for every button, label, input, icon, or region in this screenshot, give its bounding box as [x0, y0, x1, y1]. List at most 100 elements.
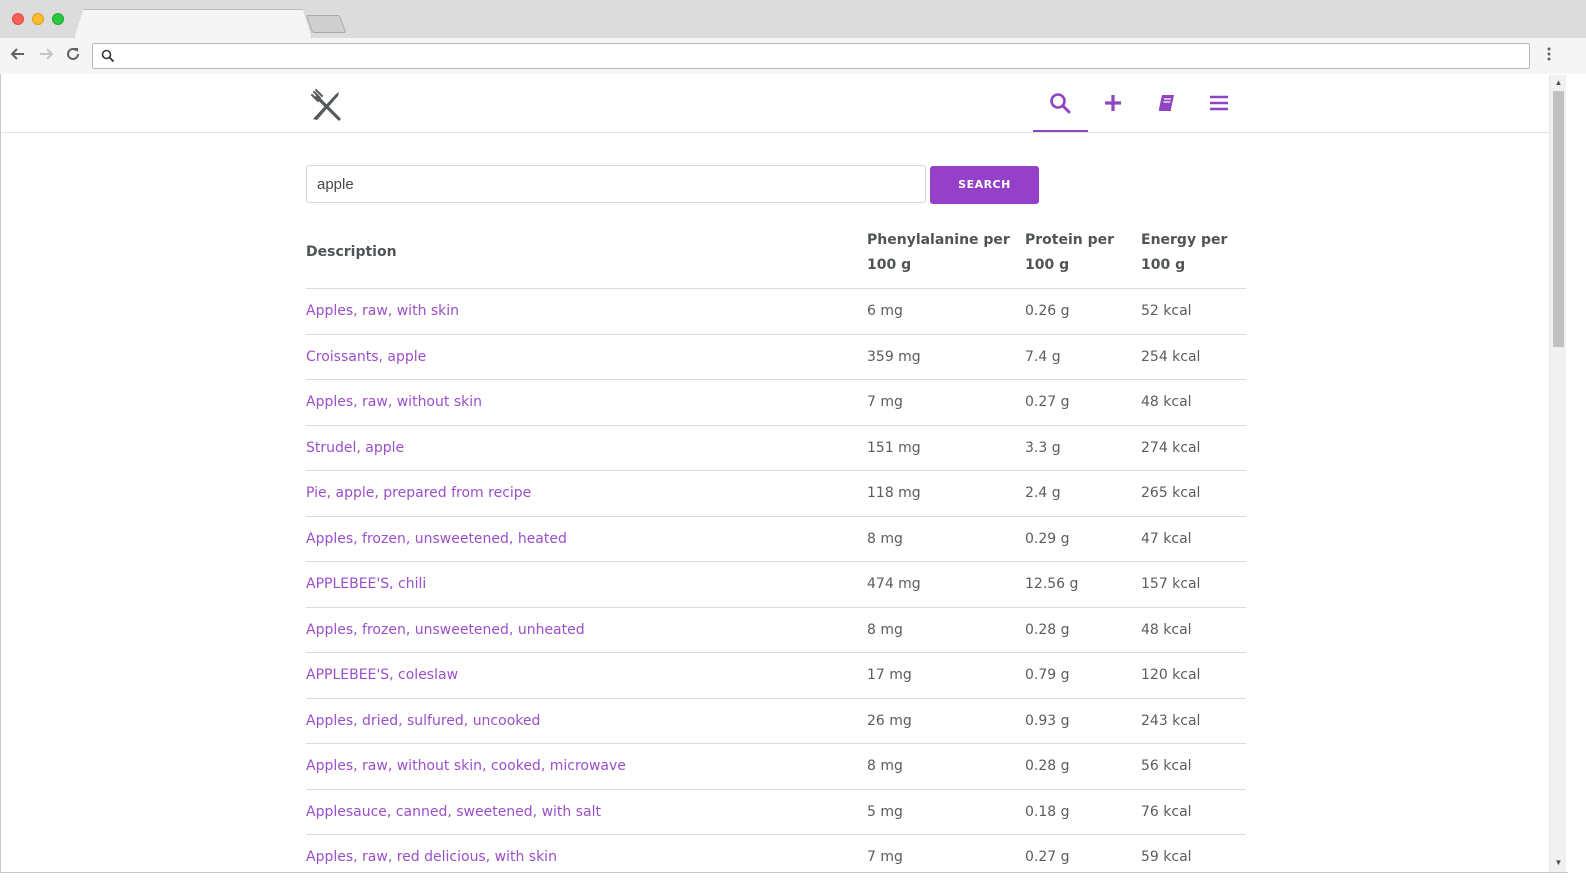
- food-description-link[interactable]: Apples, frozen, unsweetened, unheated: [306, 608, 585, 652]
- back-arrow-icon[interactable]: [8, 45, 28, 65]
- nav-plus-icon[interactable]: [1099, 89, 1127, 117]
- protein-value: 0.28 g: [1025, 621, 1070, 638]
- phenylalanine-value: 17 mg: [867, 667, 912, 683]
- energy-value: 52 kcal: [1141, 303, 1192, 319]
- food-description-link[interactable]: Apples, raw, with skin: [306, 289, 459, 333]
- table-row: Pie, apple, prepared from recipe 118 mg 2.…: [306, 471, 1246, 517]
- table-row: APPLEBEE'S, chili 474 mg 12.56 g 157 kcal: [306, 562, 1246, 608]
- phenylalanine-value: 474 mg: [867, 576, 921, 592]
- table-row: Apples, raw, without skin, cooked, micro…: [306, 744, 1246, 790]
- food-search-input[interactable]: [306, 165, 926, 203]
- tab-strip: [0, 0, 1586, 39]
- protein-value: 2.4 g: [1025, 485, 1061, 501]
- table-row: Strudel, apple 151 mg 3.3 g 274 kcal: [306, 426, 1246, 471]
- energy-value: 76 kcal: [1141, 803, 1192, 820]
- browser-chrome: [0, 0, 1586, 74]
- phenylalanine-value: 5 mg: [867, 803, 903, 820]
- browser-menu-icon[interactable]: [1541, 46, 1557, 66]
- energy-value: 274 kcal: [1141, 439, 1201, 456]
- energy-value: 48 kcal: [1141, 394, 1192, 410]
- minimize-window-button[interactable]: [32, 13, 44, 25]
- scroll-up-arrow-icon[interactable]: ▲: [1553, 78, 1564, 88]
- food-description-link[interactable]: APPLEBEE'S, coleslaw: [306, 653, 458, 697]
- energy-value: 243 kcal: [1141, 712, 1201, 729]
- browser-toolbar: [0, 38, 1586, 74]
- protein-value: 0.27 g: [1025, 849, 1070, 865]
- protein-value: 0.29 g: [1025, 530, 1070, 547]
- page-viewport: SEARCH Description Phenylalanine per 100…: [1, 75, 1549, 872]
- energy-value: 254 kcal: [1141, 348, 1201, 365]
- new-tab-button[interactable]: [305, 15, 347, 33]
- search-icon: [101, 49, 115, 63]
- protein-value: 0.28 g: [1025, 758, 1070, 774]
- active-nav-indicator: [1033, 130, 1088, 132]
- table-header: Description Phenylalanine per 100 g Prot…: [306, 223, 1246, 289]
- nav-search-icon[interactable]: [1046, 89, 1074, 117]
- column-header-energy[interactable]: Energy per 100 g: [1141, 228, 1241, 278]
- protein-value: 7.4 g: [1025, 348, 1061, 365]
- phenylalanine-value: 8 mg: [867, 530, 903, 547]
- table-row: Apples, frozen, unsweetened, unheated 8 m…: [306, 608, 1246, 653]
- food-description-link[interactable]: Apples, frozen, unsweetened, heated: [306, 517, 567, 561]
- phenylalanine-value: 7 mg: [867, 394, 903, 410]
- phenylalanine-value: 8 mg: [867, 621, 903, 638]
- energy-value: 157 kcal: [1141, 576, 1201, 592]
- phenylalanine-value: 7 mg: [867, 849, 903, 865]
- phenylalanine-value: 118 mg: [867, 485, 921, 501]
- table-row: Apples, dried, sulfured, uncooked 26 mg 0.…: [306, 699, 1246, 744]
- food-description-link[interactable]: Apples, raw, red delicious, with skin: [306, 835, 557, 872]
- column-header-phenylalanine[interactable]: Phenylalanine per 100 g: [867, 228, 1012, 278]
- food-description-link[interactable]: Applesauce, canned, sweetened, with salt: [306, 790, 601, 834]
- protein-value: 3.3 g: [1025, 439, 1061, 456]
- food-description-link[interactable]: Apples, dried, sulfured, uncooked: [306, 699, 540, 743]
- column-header-protein[interactable]: Protein per 100 g: [1025, 228, 1125, 278]
- phenylalanine-value: 6 mg: [867, 303, 903, 319]
- energy-value: 59 kcal: [1141, 849, 1192, 865]
- column-header-description[interactable]: Description: [306, 240, 397, 265]
- energy-value: 120 kcal: [1141, 667, 1201, 683]
- table-row: Applesauce, canned, sweetened, with salt…: [306, 790, 1246, 835]
- energy-value: 48 kcal: [1141, 621, 1192, 638]
- energy-value: 56 kcal: [1141, 758, 1192, 774]
- forward-arrow-icon[interactable]: [36, 45, 56, 65]
- protein-value: 0.93 g: [1025, 712, 1070, 729]
- frame-border: [0, 872, 1568, 873]
- reload-icon[interactable]: [63, 45, 83, 65]
- maximize-window-button[interactable]: [52, 13, 64, 25]
- protein-value: 0.18 g: [1025, 803, 1070, 820]
- nav-hamburger-menu-icon[interactable]: [1205, 89, 1233, 117]
- protein-value: 0.79 g: [1025, 667, 1070, 683]
- energy-value: 47 kcal: [1141, 530, 1192, 547]
- food-description-link[interactable]: Apples, raw, without skin: [306, 380, 482, 424]
- table-body: Apples, raw, with skin 6 mg 0.26 g 52 kcal C…: [306, 289, 1246, 872]
- food-description-link[interactable]: Pie, apple, prepared from recipe: [306, 471, 531, 515]
- protein-value: 0.26 g: [1025, 303, 1070, 319]
- scrollbar-thumb[interactable]: [1553, 91, 1564, 347]
- phenylalanine-value: 359 mg: [867, 348, 921, 365]
- browser-tab-active[interactable]: [74, 9, 312, 39]
- table-row: Apples, frozen, unsweetened, heated 8 mg 0…: [306, 517, 1246, 562]
- table-row: Croissants, apple 359 mg 7.4 g 254 kcal: [306, 335, 1246, 380]
- table-row: Apples, raw, with skin 6 mg 0.26 g 52 kcal: [306, 289, 1246, 335]
- phenylalanine-value: 151 mg: [867, 439, 921, 456]
- protein-value: 12.56 g: [1025, 576, 1079, 592]
- table-row: Apples, raw, without skin 7 mg 0.27 g 48 kc…: [306, 380, 1246, 426]
- fork-knife-logo-icon[interactable]: [308, 87, 344, 123]
- food-description-link[interactable]: Croissants, apple: [306, 335, 426, 379]
- food-description-link[interactable]: Strudel, apple: [306, 426, 404, 470]
- protein-value: 0.27 g: [1025, 394, 1070, 410]
- results-table: Description Phenylalanine per 100 g Prot…: [306, 223, 1246, 872]
- nav-book-icon[interactable]: [1152, 89, 1180, 117]
- table-row: Apples, raw, red delicious, with skin 7 m…: [306, 835, 1246, 872]
- table-row: APPLEBEE'S, coleslaw 17 mg 0.79 g 120 kcal: [306, 653, 1246, 699]
- address-bar[interactable]: [92, 43, 1530, 69]
- food-description-link[interactable]: Apples, raw, without skin, cooked, micro…: [306, 744, 626, 788]
- search-button[interactable]: SEARCH: [930, 166, 1039, 204]
- food-description-link[interactable]: APPLEBEE'S, chili: [306, 562, 426, 606]
- phenylalanine-value: 26 mg: [867, 712, 912, 729]
- close-window-button[interactable]: [12, 13, 24, 25]
- scroll-down-arrow-icon[interactable]: ▼: [1553, 858, 1564, 868]
- phenylalanine-value: 8 mg: [867, 758, 903, 774]
- app-header: [1, 75, 1549, 133]
- page-scrollbar[interactable]: ▲ ▼: [1549, 75, 1566, 872]
